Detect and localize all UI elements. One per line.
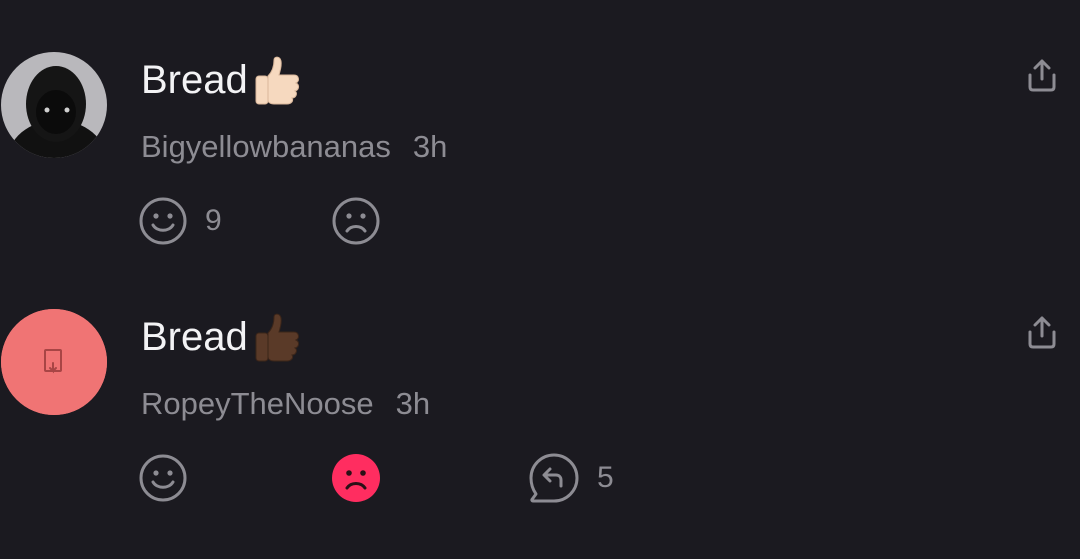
comment-meta: Bigyellowbananas 3h (141, 127, 447, 167)
like-count: 9 (205, 204, 222, 237)
avatar[interactable] (1, 309, 107, 415)
comment-actions: 5 (138, 452, 738, 504)
comment-text: Bread (141, 58, 248, 102)
reply-count: 5 (597, 461, 614, 494)
like-button[interactable] (138, 452, 188, 504)
comment-item: Bread Bigyellowbananas 3h 9 (0, 52, 1080, 302)
thumbs-up-dark-icon (250, 311, 302, 363)
comment-item: Bread RopeyTheNoose 3h 5 (0, 309, 1080, 559)
frown-icon (332, 197, 380, 245)
avatar[interactable] (1, 52, 107, 158)
smile-icon (139, 454, 187, 502)
timestamp: 3h (412, 129, 448, 164)
comment-body: Bread (141, 311, 302, 363)
share-button[interactable] (1022, 55, 1062, 95)
share-button[interactable] (1022, 312, 1062, 352)
share-icon (1028, 59, 1056, 92)
hooded-figure-avatar-image (1, 52, 107, 158)
like-button[interactable]: 9 (138, 195, 222, 247)
placeholder-avatar-icon (1, 309, 107, 415)
thumbs-up-light-icon (250, 54, 302, 106)
dislike-button[interactable] (331, 195, 381, 247)
comment-actions: 9 (138, 195, 738, 247)
dislike-button-active[interactable] (331, 452, 381, 504)
reply-button[interactable]: 5 (528, 452, 614, 504)
timestamp: 3h (395, 386, 431, 421)
username[interactable]: RopeyTheNoose (141, 386, 374, 421)
smile-icon (139, 197, 187, 245)
comment-meta: RopeyTheNoose 3h (141, 384, 430, 424)
comment-text: Bread (141, 315, 248, 359)
share-icon (1028, 316, 1056, 349)
comment-body: Bread (141, 54, 302, 106)
username[interactable]: Bigyellowbananas (141, 129, 391, 164)
reply-bubble-icon (529, 453, 579, 503)
frown-filled-icon (332, 454, 380, 502)
